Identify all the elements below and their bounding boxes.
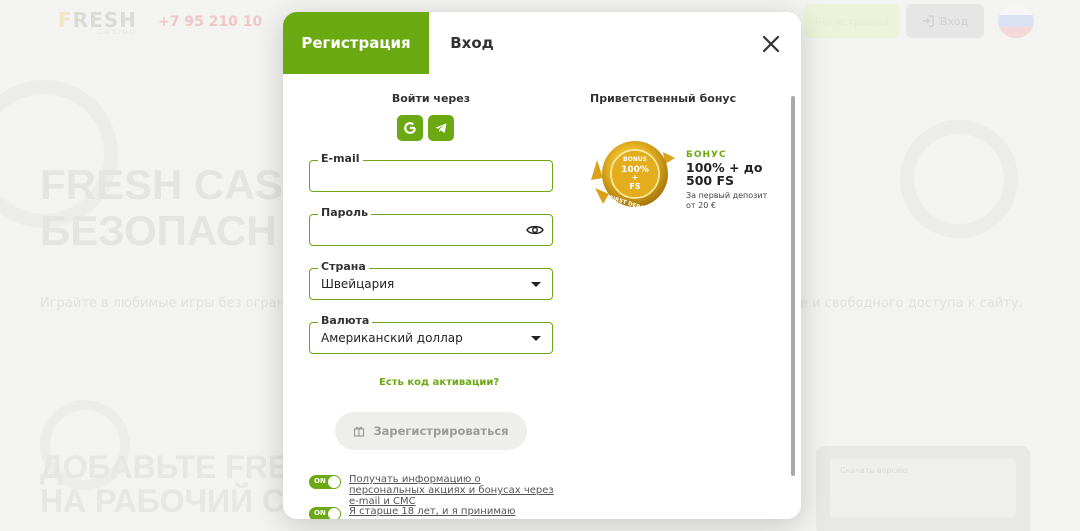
password-label: Пароль xyxy=(318,206,372,219)
email-field: E-mail xyxy=(309,152,553,192)
badge-top-text: BONUS xyxy=(623,156,647,163)
language-flag-icon[interactable] xyxy=(998,4,1034,38)
telegram-icon xyxy=(435,123,447,133)
consent-info-toggle[interactable]: ON xyxy=(309,475,341,489)
registration-modal: Регистрация Вход Войти через E-mail Паро… xyxy=(283,12,801,519)
consent-age-toggle[interactable]: ON xyxy=(309,507,341,519)
country-value: Швейцария xyxy=(321,277,395,291)
activation-code-link[interactable]: Есть код активации? xyxy=(379,377,499,388)
consent-age-text[interactable]: Я старше 18 лет, и я принимаю xyxy=(349,506,559,517)
google-login-button[interactable] xyxy=(397,115,423,141)
consent-age-row: ON Я старше 18 лет, и я принимаю xyxy=(309,506,559,519)
bg-subtitle-right: ое и свободного доступа к сайту. xyxy=(792,296,1023,311)
bonus-note: За первый депозит от 20 € xyxy=(686,191,768,210)
country-label: Страна xyxy=(318,260,369,273)
bg-logo-sub: CASINO xyxy=(98,28,137,36)
badge-plus-text: + xyxy=(632,173,639,182)
bonus-badge-icon: BONUS 100% + FS FIRST DEPOSIT xyxy=(591,141,675,215)
toggle-knob xyxy=(328,508,340,519)
currency-value: Американский доллар xyxy=(321,331,463,345)
eye-icon[interactable] xyxy=(526,223,544,237)
bg-phone: +7 95 210 10 xyxy=(158,14,263,30)
consent-info-text[interactable]: Получать информацию о персональных акция… xyxy=(349,474,559,507)
bonus-label: БОНУС xyxy=(686,150,727,160)
toggle-on-label: ON xyxy=(314,477,326,485)
bg-subtitle-left: Играйте в любимые игры без ограни xyxy=(40,296,294,311)
google-icon xyxy=(404,122,416,134)
chevron-down-icon xyxy=(531,282,541,287)
telegram-login-button[interactable] xyxy=(428,115,454,141)
bg-decor-circle xyxy=(900,120,1018,238)
bg-device-image: Скачать версию xyxy=(816,446,1030,531)
login-via-label: Войти через xyxy=(391,92,471,105)
password-input[interactable] xyxy=(320,221,524,241)
badge-fs-text: FS xyxy=(629,182,640,191)
bg-register-button[interactable]: Регистрация xyxy=(804,4,900,38)
email-input[interactable] xyxy=(320,167,524,187)
bg-headline: FRESH CAS БЕЗОПАСН xyxy=(40,161,283,254)
country-select[interactable]: Страна Швейцария xyxy=(309,260,553,300)
tab-register[interactable]: Регистрация xyxy=(283,12,429,74)
chevron-down-icon xyxy=(531,336,541,341)
login-icon xyxy=(922,15,934,27)
bg-headline-2: ДОБАВЬТЕ FRES НА РАБОЧИЙ СТ xyxy=(40,449,311,519)
consent-info-row: ON Получать информацию о персональных ак… xyxy=(309,474,559,507)
tab-login[interactable]: Вход xyxy=(429,12,515,74)
bonus-amount: 100% + до 500 FS xyxy=(686,160,763,188)
bg-login-button[interactable]: Вход xyxy=(906,4,984,38)
scrollbar[interactable] xyxy=(791,96,795,476)
gift-icon xyxy=(354,426,365,437)
bg-device-screen: Скачать версию xyxy=(830,458,1016,518)
currency-select[interactable]: Валюта Американский доллар xyxy=(309,314,553,354)
currency-label: Валюта xyxy=(318,314,373,327)
register-submit-button[interactable]: Зарегистрироваться xyxy=(335,412,527,450)
welcome-bonus-title: Приветственный бонус xyxy=(590,92,737,105)
modal-tabs: Регистрация Вход xyxy=(283,12,801,74)
email-label: E-mail xyxy=(318,152,363,165)
toggle-knob xyxy=(328,476,340,488)
toggle-on-label: ON xyxy=(314,509,326,517)
close-icon[interactable] xyxy=(757,30,785,58)
password-field: Пароль xyxy=(309,206,553,246)
